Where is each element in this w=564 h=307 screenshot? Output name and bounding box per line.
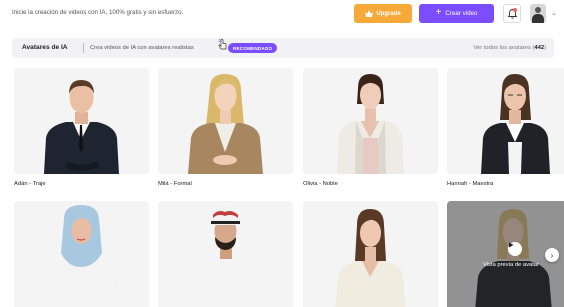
avatar-name: Milá - Formal — [158, 181, 192, 187]
create-video-label: Crear video — [445, 10, 478, 17]
avatar-card[interactable] — [447, 68, 564, 174]
avatar-image — [158, 201, 293, 307]
avatars-section-header: Avatares de IA Crea videos de IA con ava… — [12, 38, 554, 58]
upgrade-button[interactable]: Upgrade — [354, 4, 412, 23]
section-subtitle: Crea videos de IA con avatares realistas — [90, 45, 194, 51]
avatar-card[interactable] — [303, 201, 438, 307]
pointer-hand-icon — [218, 39, 227, 50]
play-icon[interactable] — [508, 242, 522, 256]
notification-dot — [513, 8, 517, 12]
avatar-image — [447, 68, 564, 174]
see-all-label: Ver todos los avatares — [473, 45, 531, 51]
avatar-card[interactable] — [14, 68, 149, 174]
avatar-count: 442 — [534, 45, 545, 51]
chevron-down-icon[interactable]: ⌄ — [551, 9, 557, 17]
preview-label: Vista previa de avatar — [483, 262, 539, 268]
user-avatar[interactable] — [530, 4, 546, 23]
divider — [83, 43, 84, 53]
avatar-card[interactable] — [303, 68, 438, 174]
avatar-name: Hannah - Maestra — [447, 181, 494, 187]
avatar-name: Adán - Traje — [14, 181, 46, 187]
chevron-right-icon[interactable]: › — [545, 248, 559, 262]
avatar-image — [303, 68, 438, 174]
avatar-card[interactable] — [158, 201, 293, 307]
plus-icon: + — [435, 7, 442, 18]
avatar-card[interactable] — [14, 201, 149, 307]
section-title: Avatares de IA — [22, 44, 68, 51]
avatar-image — [303, 201, 438, 307]
intro-text: Inicie la creación de videos con IA, 100… — [12, 9, 184, 16]
avatar-name: Olivia - Noble — [303, 181, 338, 187]
avatar-card[interactable] — [158, 68, 293, 174]
crown-icon — [365, 10, 374, 17]
avatar-image — [14, 68, 149, 174]
top-bar: Inicie la creación de videos con IA, 100… — [0, 0, 564, 27]
notifications-button[interactable] — [503, 4, 521, 23]
avatar-image — [158, 68, 293, 174]
create-video-button[interactable]: + Crear video — [419, 4, 494, 23]
see-all-avatars-link[interactable]: Ver todos los avatares (442) — [473, 45, 546, 51]
avatar-image — [14, 201, 149, 307]
upgrade-label: Upgrade — [376, 10, 401, 17]
recommended-badge: RECOMENDADO — [228, 43, 278, 53]
